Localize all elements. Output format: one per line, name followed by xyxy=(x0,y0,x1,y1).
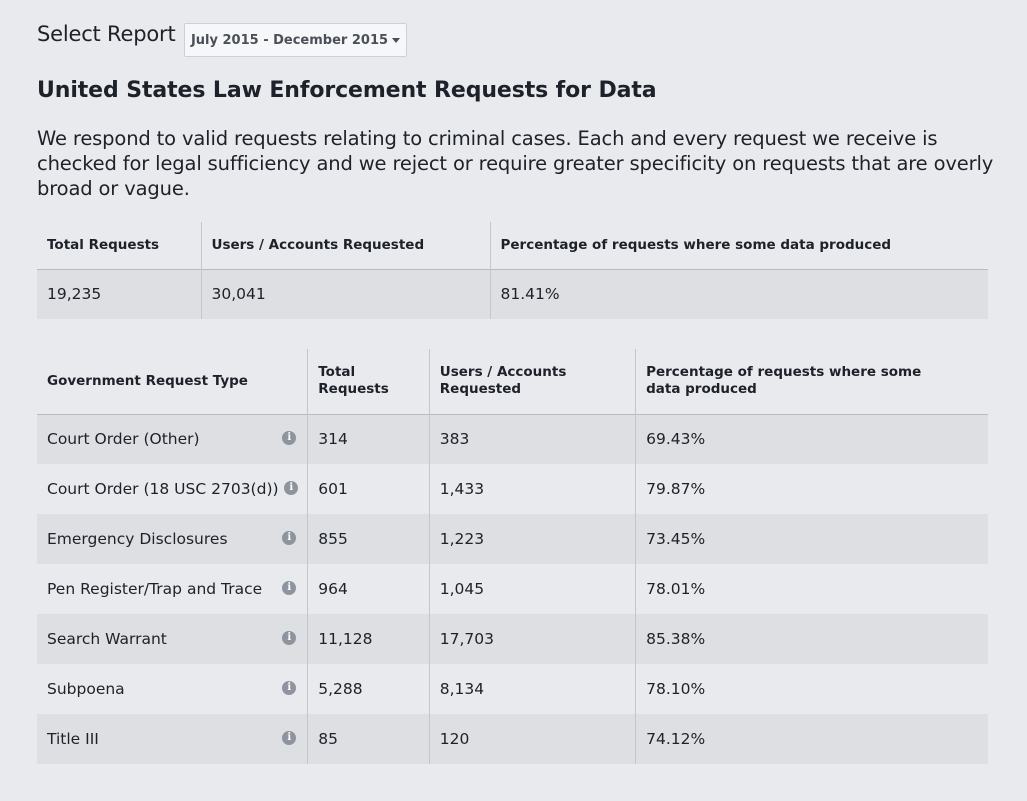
page-title: United States Law Enforcement Requests f… xyxy=(37,78,657,103)
info-icon[interactable]: i xyxy=(282,531,297,545)
request-type-cell: Search Warrant i xyxy=(37,614,308,664)
total-requests-cell: 855 xyxy=(307,514,430,564)
summary-table: Total Requests Users / Accounts Requeste… xyxy=(37,222,988,319)
report-period-dropdown[interactable]: July 2015 - December 2015 xyxy=(184,23,407,57)
table-row: Subpoena i 5,288 8,134 78.10% xyxy=(37,664,988,714)
request-type-label: Pen Register/Trap and Trace xyxy=(47,580,263,598)
users-accounts-cell: 1,045 xyxy=(428,564,636,614)
select-report-label: Select Report xyxy=(37,22,176,46)
report-period-value: July 2015 - December 2015 xyxy=(190,32,389,48)
users-accounts-cell: 1,223 xyxy=(428,514,636,564)
header-percentage: Percentage of requests where some data p… xyxy=(635,349,988,414)
info-icon[interactable]: i xyxy=(282,731,297,745)
percentage-cell: 73.45% xyxy=(635,514,988,564)
header-users-accounts: Users / Accounts Requested xyxy=(428,349,636,414)
summary-users-accounts: 30,041 xyxy=(200,269,490,319)
percentage-cell: 79.87% xyxy=(635,464,988,514)
request-type-cell: Court Order (18 USC 2703(d)) i xyxy=(37,464,308,514)
request-type-cell: Emergency Disclosures i xyxy=(37,514,308,564)
select-report-row: Select Report xyxy=(37,22,176,46)
users-accounts-cell: 120 xyxy=(428,714,636,764)
percentage-cell: 78.01% xyxy=(635,564,988,614)
users-accounts-cell: 17,703 xyxy=(428,614,636,664)
total-requests-cell: 85 xyxy=(307,714,430,764)
info-icon[interactable]: i xyxy=(282,631,297,645)
request-type-label: Search Warrant xyxy=(47,630,167,648)
summary-header-percentage: Percentage of requests where some data p… xyxy=(489,222,988,269)
total-requests-cell: 601 xyxy=(307,464,430,514)
request-type-label: Court Order (Other) xyxy=(47,430,200,449)
percentage-cell: 69.43% xyxy=(635,414,988,464)
request-type-label: Subpoena xyxy=(47,680,125,698)
table-row: Emergency Disclosures i 855 1,223 73.45% xyxy=(37,514,988,564)
summary-total-requests: 19,235 xyxy=(47,285,102,304)
request-type-label: Court Order (18 USC 2703(d)) xyxy=(47,480,279,498)
percentage-cell: 74.12% xyxy=(635,714,988,764)
table-row: Court Order (Other) i 314 383 69.43% xyxy=(37,414,988,464)
total-requests-cell: 5,288 xyxy=(307,664,430,714)
summary-header-total-requests: Total Requests xyxy=(47,236,160,253)
users-accounts-cell: 8,134 xyxy=(428,664,636,714)
table-row: Title III i 85 120 74.12% xyxy=(37,714,988,764)
total-requests-cell: 964 xyxy=(307,564,430,614)
detail-table-body: Court Order (Other) i 314 383 69.43% Cou… xyxy=(37,414,988,764)
info-icon[interactable]: i xyxy=(282,581,297,595)
percentage-cell: 85.38% xyxy=(635,614,988,664)
request-type-cell: Title III i xyxy=(37,714,308,764)
total-requests-cell: 11,128 xyxy=(307,614,430,664)
summary-percentage: 81.41% xyxy=(489,269,988,319)
request-type-label: Title III xyxy=(47,730,99,748)
total-requests-cell: 314 xyxy=(307,414,430,464)
intro-paragraph: We respond to valid requests relating to… xyxy=(37,127,994,200)
request-type-cell: Court Order (Other) i xyxy=(37,414,308,464)
header-total-requests: Total Requests xyxy=(307,349,430,414)
request-type-label: Emergency Disclosures xyxy=(47,530,228,548)
table-row: Search Warrant i 11,128 17,703 85.38% xyxy=(37,614,988,664)
page: Select Report July 2015 - December 2015 … xyxy=(0,0,1027,801)
detail-header-row: Government Request Type Total Requests U… xyxy=(37,349,988,414)
summary-row: 19,235 30,041 81.41% xyxy=(37,269,988,319)
table-row: Pen Register/Trap and Trace i 964 1,045 … xyxy=(37,564,988,614)
users-accounts-cell: 383 xyxy=(428,414,636,464)
caret-down-icon xyxy=(392,37,401,43)
request-type-table: Government Request Type Total Requests U… xyxy=(37,349,988,764)
percentage-cell: 78.10% xyxy=(635,664,988,714)
info-icon[interactable]: i xyxy=(284,481,299,495)
table-row: Court Order (18 USC 2703(d)) i 601 1,433… xyxy=(37,464,988,514)
request-type-cell: Subpoena i xyxy=(37,664,308,714)
request-type-cell: Pen Register/Trap and Trace i xyxy=(37,564,308,614)
summary-header-users-accounts: Users / Accounts Requested xyxy=(200,222,490,269)
users-accounts-cell: 1,433 xyxy=(428,464,636,514)
info-icon[interactable]: i xyxy=(282,681,297,695)
info-icon[interactable]: i xyxy=(282,431,297,446)
header-request-type: Government Request Type xyxy=(47,372,248,389)
summary-header-row: Total Requests Users / Accounts Requeste… xyxy=(37,222,988,269)
